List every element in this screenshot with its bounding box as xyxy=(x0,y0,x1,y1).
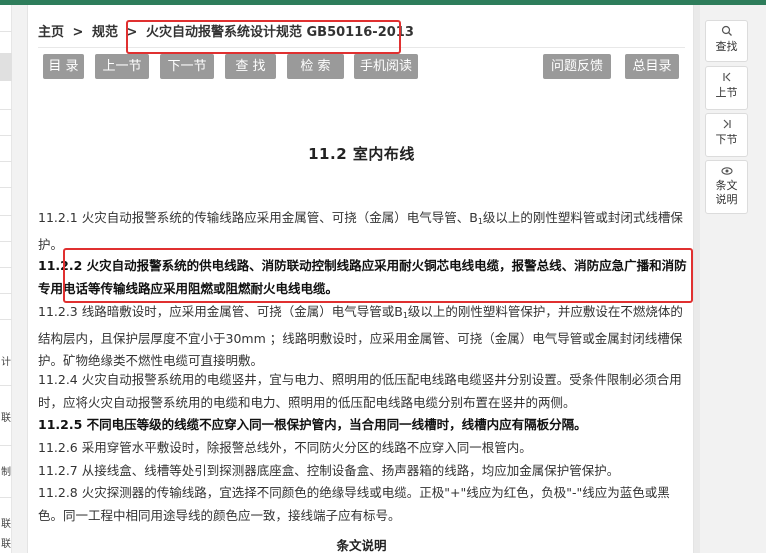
left-strip-divider xyxy=(0,497,12,498)
left-strip-divider xyxy=(0,187,12,188)
left-strip-divider xyxy=(0,319,12,320)
clause-11-2-7: 11.2.7 从接线盒、线槽等处引到探测器底座盒、控制设备盒、扬声器箱的线路，均… xyxy=(38,463,620,478)
highlight-box-clause xyxy=(63,248,693,303)
left-navigation-strip: 计 联 制 联 联 xyxy=(0,5,12,553)
sidebar-up-button[interactable]: 上节 xyxy=(705,66,748,110)
clause-text: 11.2.1 火灾自动报警系统的传输线路应采用金属管、可挠（金属）电气导管、B xyxy=(38,210,478,225)
left-strip-divider xyxy=(0,385,12,386)
left-strip-divider xyxy=(0,135,12,136)
search-button[interactable]: 检 索 xyxy=(287,54,344,79)
clause-text: 11.2.3 线路暗敷设时，应采用金属管、可挠（金属）电气导管或B xyxy=(38,304,403,319)
left-strip-item[interactable]: 联 xyxy=(0,515,12,530)
sidebar-down-label: 下节 xyxy=(715,133,738,146)
left-strip-item[interactable]: 计 xyxy=(0,353,12,368)
left-strip-divider xyxy=(0,445,12,446)
sidebar-explain-label: 条文说明 xyxy=(715,179,738,206)
sidebar-up-label: 上节 xyxy=(715,86,738,99)
breadcrumb-section[interactable]: 规范 xyxy=(92,21,118,40)
clause-11-2-3: 11.2.3 线路暗敷设时，应采用金属管、可挠（金属）电气导管或B1级以上的刚性… xyxy=(38,301,688,373)
master-toc-button[interactable]: 总目录 xyxy=(625,54,679,79)
left-strip-item[interactable]: 制 xyxy=(0,463,12,478)
page-title: 11.2 室内布线 xyxy=(308,145,415,163)
scrollbar[interactable] xyxy=(694,5,700,553)
eye-icon xyxy=(706,165,747,179)
sidebar-down-button[interactable]: 下节 xyxy=(705,113,748,157)
search-icon xyxy=(706,25,747,40)
sidebar-find-label: 查找 xyxy=(715,40,738,53)
clause-11-2-4: 11.2.4 火灾自动报警系统用的电缆竖井，宜与电力、照明用的低压配电线路电缆竖… xyxy=(38,372,682,410)
left-strip-divider xyxy=(0,109,12,110)
left-strip-divider xyxy=(0,241,12,242)
prev-section-button[interactable]: 上一节 xyxy=(95,54,149,79)
left-strip-divider xyxy=(0,267,12,268)
left-strip-item[interactable]: 联 xyxy=(0,535,12,550)
toc-button[interactable]: 目 录 xyxy=(43,54,84,79)
left-strip-divider xyxy=(0,161,12,162)
feedback-button[interactable]: 问题反馈 xyxy=(543,54,611,79)
clause-11-2-8: 11.2.8 火灾探测器的传输线路，宜选择不同颜色的绝缘导线或电缆。正极"+"线… xyxy=(38,485,670,523)
skip-up-icon xyxy=(706,71,747,86)
article-explanation-heading: 条文说明 xyxy=(336,538,387,553)
mobile-read-button[interactable]: 手机阅读 xyxy=(354,54,418,79)
breadcrumb-home[interactable]: 主页 xyxy=(38,21,64,40)
skip-down-icon xyxy=(706,118,747,133)
find-button[interactable]: 查 找 xyxy=(225,54,276,79)
clause-11-2-5: 11.2.5 不同电压等级的线缆不应穿入同一根保护管内，当合用同一线槽时，线槽内… xyxy=(38,417,587,432)
sidebar-find-button[interactable]: 查找 xyxy=(705,20,748,62)
left-strip-item[interactable]: 联 xyxy=(0,409,12,424)
highlight-box-title xyxy=(126,20,401,54)
left-strip-active-row[interactable] xyxy=(0,53,12,81)
left-strip-divider xyxy=(0,215,12,216)
left-strip-divider xyxy=(0,293,12,294)
breadcrumb-separator: > xyxy=(72,25,84,40)
left-strip-divider xyxy=(0,31,12,32)
clause-11-2-6: 11.2.6 采用穿管水平敷设时，除报警总线外，不同防火分区的线路不应穿入同一根… xyxy=(38,440,532,455)
sidebar-explain-button[interactable]: 条文说明 xyxy=(705,160,748,214)
next-section-button[interactable]: 下一节 xyxy=(160,54,214,79)
